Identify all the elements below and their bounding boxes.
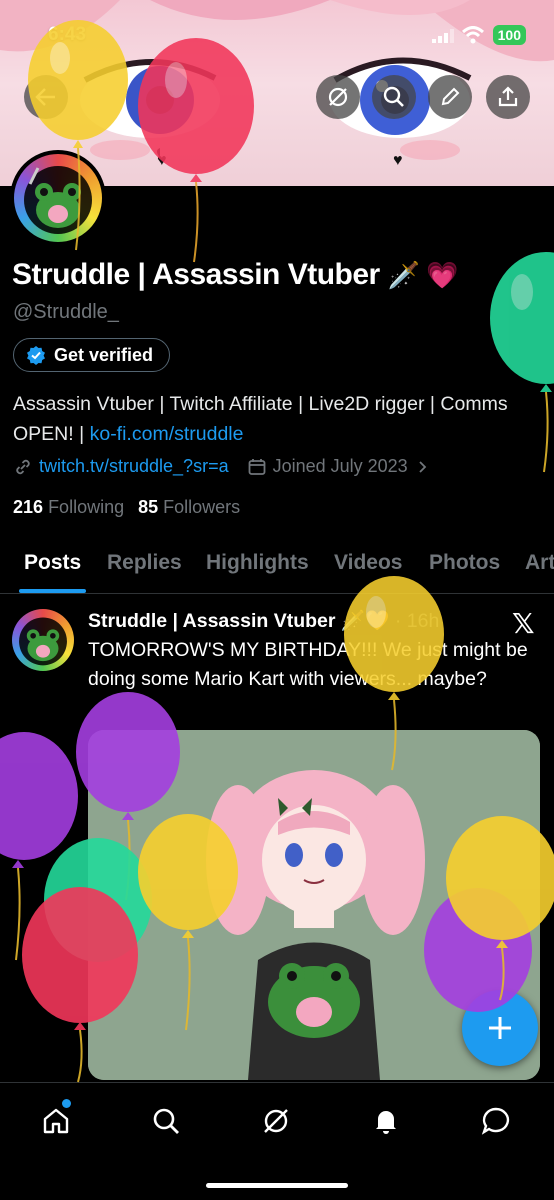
pencil-icon — [441, 87, 460, 106]
bottom-navigation — [0, 1082, 554, 1200]
cellular-signal-icon — [432, 29, 454, 43]
tab-posts[interactable]: Posts — [24, 551, 81, 575]
bio-kofi-link[interactable]: ko-fi.com/struddle — [90, 423, 244, 445]
nav-search[interactable] — [146, 1101, 186, 1141]
post-time: · 16h — [394, 610, 440, 632]
display-name-text: Struddle | Assassin Vtuber — [12, 258, 380, 291]
nav-grok[interactable] — [256, 1101, 296, 1141]
home-indicator — [206, 1183, 348, 1188]
calendar-icon — [248, 458, 265, 475]
search-icon — [153, 1108, 179, 1134]
messages-icon — [481, 1107, 510, 1135]
balloon-purple — [0, 732, 78, 961]
following-label: Following — [48, 497, 125, 517]
display-name-emoji: 🗡️ 💗 — [387, 260, 459, 290]
website-link[interactable]: twitch.tv/struddle_?sr=a — [39, 456, 229, 477]
post-text: TOMORROW'S MY BIRTHDAY!!! We just might … — [88, 639, 528, 690]
tab-videos[interactable]: Videos — [334, 551, 402, 575]
battery-indicator: 100 — [492, 25, 526, 45]
svg-text:♥: ♥ — [393, 152, 403, 169]
search-icon — [383, 86, 404, 107]
chevron-right-icon[interactable] — [416, 460, 430, 474]
grok-icon — [264, 1109, 288, 1133]
wifi-icon — [462, 26, 484, 44]
tab-replies[interactable]: Replies — [107, 551, 182, 575]
nav-messages[interactable] — [476, 1101, 516, 1141]
followers-link[interactable]: 85 Followers — [138, 497, 240, 518]
grok-button[interactable] — [316, 75, 360, 119]
share-button[interactable] — [486, 75, 530, 119]
bio-text: Assassin Vtuber | Twitch Affiliate | Liv… — [13, 393, 508, 445]
nav-notifications[interactable] — [366, 1101, 406, 1141]
active-tab-indicator — [19, 589, 86, 593]
follow-stats: 216 Following 85 Followers — [13, 497, 240, 518]
status-time: 6:43 — [48, 24, 87, 45]
frog-avatar-art — [19, 617, 67, 666]
nav-home[interactable] — [36, 1099, 76, 1141]
joined-date: Joined July 2023 — [272, 456, 408, 476]
profile-avatar[interactable] — [10, 150, 106, 246]
verified-badge-icon — [27, 346, 45, 365]
profile-tabs: Posts Replies Highlights Videos Photos A… — [0, 540, 554, 594]
followers-label: Followers — [163, 497, 241, 517]
profile-display-name: Struddle | Assassin Vtuber 🗡️ 💗 — [12, 258, 459, 292]
following-count: 216 — [13, 497, 44, 517]
profile-handle: @Struddle_ — [13, 301, 119, 323]
plus-icon — [489, 1017, 511, 1039]
tab-highlights[interactable]: Highlights — [206, 551, 309, 575]
bell-icon — [376, 1111, 396, 1134]
back-arrow-icon — [35, 88, 55, 106]
status-bar: 6:43 100 — [0, 22, 554, 50]
post-author-avatar[interactable] — [12, 609, 74, 671]
notification-dot — [62, 1099, 71, 1108]
post-author-emoji: 🗡️🧡 — [340, 610, 390, 632]
tab-art[interactable]: Art — [525, 551, 554, 575]
following-link[interactable]: 216 Following — [13, 497, 124, 518]
compose-button[interactable] — [462, 990, 538, 1066]
edit-button[interactable] — [428, 75, 472, 119]
grok-icon — [328, 87, 348, 107]
search-button[interactable] — [372, 75, 416, 119]
profile-bio: Assassin Vtuber | Twitch Affiliate | Liv… — [13, 389, 533, 449]
link-icon — [16, 459, 30, 474]
tab-photos[interactable]: Photos — [429, 551, 500, 575]
frog-avatar-art — [24, 166, 92, 234]
followers-count: 85 — [138, 497, 159, 517]
share-icon — [498, 86, 518, 107]
profile-meta: twitch.tv/struddle_?sr=a Joined July 202… — [13, 456, 430, 477]
back-button[interactable] — [24, 75, 68, 119]
get-verified-button[interactable]: Get verified — [13, 338, 171, 372]
post-header: Struddle | Assassin Vtuber 🗡️🧡 · 16h — [88, 609, 439, 633]
home-icon — [43, 1108, 69, 1134]
get-verified-label: Get verified — [54, 344, 154, 365]
svg-text:♥: ♥ — [157, 152, 167, 169]
post-author-name[interactable]: Struddle | Assassin Vtuber — [88, 610, 335, 632]
